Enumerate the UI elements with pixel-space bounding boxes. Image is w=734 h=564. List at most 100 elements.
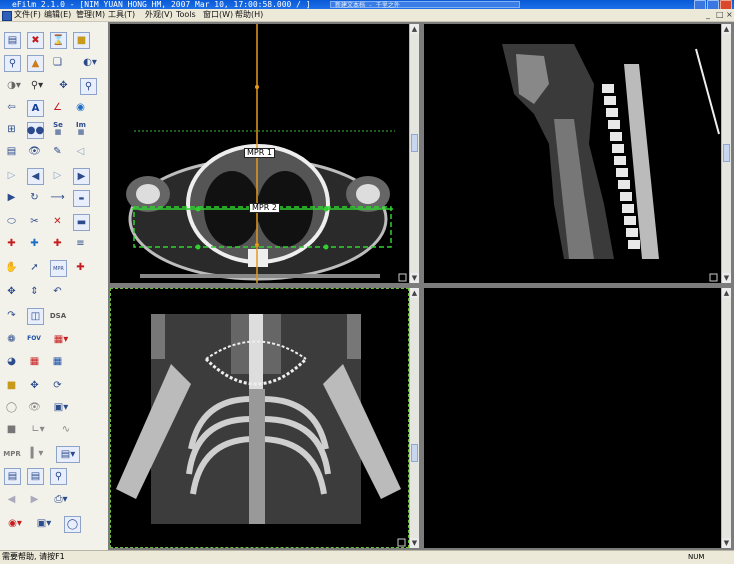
scale-icon[interactable]: ▬: [73, 190, 90, 207]
ellipse-roi-icon[interactable]: ⬭: [4, 214, 19, 229]
zoom-icon[interactable]: ⚲▾: [27, 78, 47, 93]
reference-lines-icon[interactable]: ≡: [73, 236, 88, 251]
scroll-down-icon[interactable]: ▼: [410, 538, 419, 548]
link-series-icon[interactable]: ●●: [27, 122, 44, 139]
mdi-restore-icon[interactable]: □: [716, 9, 724, 21]
maximize-button[interactable]: [707, 0, 719, 9]
pan-icon[interactable]: ✥: [56, 78, 71, 93]
layout-dropdown-icon[interactable]: ◐▾: [80, 55, 100, 70]
menu-edit[interactable]: 编辑(E): [44, 9, 71, 21]
first-image-icon[interactable]: ▷: [4, 168, 19, 183]
cine-icon[interactable]: ▶: [4, 190, 19, 205]
scroll-up-icon[interactable]: ▲: [722, 24, 731, 34]
series-layout-icon[interactable]: Se ▦: [50, 120, 66, 137]
magnify-icon[interactable]: ⚲: [80, 78, 97, 95]
empty-view-scrollbar[interactable]: ▲ ▼: [721, 288, 731, 548]
back-icon[interactable]: ◀: [4, 492, 19, 507]
mpr1-label[interactable]: MPR 1: [244, 148, 275, 158]
window-level-icon[interactable]: ◑▾: [4, 78, 24, 93]
minimize-button[interactable]: [694, 0, 706, 9]
menu-view[interactable]: 外观(V): [145, 9, 173, 21]
hide-icon[interactable]: ◯: [4, 400, 19, 415]
rotate-icon[interactable]: ⟳: [50, 378, 65, 393]
move-vertical-icon[interactable]: ⇕: [27, 284, 42, 299]
axial-view[interactable]: MPR 1 MPR 2: [110, 24, 409, 283]
mpr2-label[interactable]: MPR 2: [249, 203, 280, 213]
probe-icon[interactable]: ✚: [73, 260, 88, 275]
sagittal-scrollbar[interactable]: ▲ ▼: [721, 24, 731, 283]
delete-annotation-icon[interactable]: ✕: [50, 214, 65, 229]
prev-image-icon[interactable]: ◀: [27, 168, 44, 185]
sagittal-view[interactable]: [424, 24, 721, 283]
invert-icon[interactable]: ◕: [4, 354, 19, 369]
close-button[interactable]: [720, 0, 732, 9]
open-study-icon[interactable]: ▤: [4, 32, 21, 49]
coronal-view[interactable]: [110, 288, 409, 548]
mdi-close-icon[interactable]: ×: [726, 9, 733, 21]
pointer-icon[interactable]: ➚: [27, 260, 42, 275]
scroll-up-icon[interactable]: ▲: [410, 288, 419, 298]
fusion-icon[interactable]: ▦: [27, 354, 42, 369]
empty-view[interactable]: [424, 288, 721, 548]
add-overlay-icon[interactable]: ▦: [50, 354, 65, 369]
crosshair-2-icon[interactable]: ✚: [27, 236, 42, 251]
undo-arrow-icon[interactable]: ↶: [50, 284, 65, 299]
preview-icon[interactable]: ⚲: [50, 468, 67, 485]
folder-icon[interactable]: ■: [73, 32, 90, 49]
show-icon[interactable]: 👁: [27, 400, 42, 415]
save-series-icon[interactable]: ▤: [27, 468, 44, 485]
measure-angle-icon[interactable]: ∠: [50, 100, 65, 115]
last-image-icon[interactable]: ▶: [73, 168, 90, 185]
line-measure-icon[interactable]: ⟶: [50, 190, 65, 205]
menu-help[interactable]: 帮助(H): [235, 9, 263, 21]
sync-icon[interactable]: ↻: [27, 190, 42, 205]
image-layout-icon[interactable]: Im ▦: [73, 120, 89, 137]
menu-file[interactable]: 文件(F): [14, 9, 41, 21]
arrow-left-icon[interactable]: ⇦: [4, 100, 19, 115]
dicom-send-icon[interactable]: ▣▾: [33, 516, 55, 531]
axis-icon[interactable]: ∟▾: [27, 422, 49, 437]
mpr-button[interactable]: MPR: [2, 446, 22, 461]
eye-icon[interactable]: 👁: [27, 144, 42, 159]
triangle-left-icon[interactable]: ◁: [73, 144, 88, 159]
open-folder-icon[interactable]: ■: [4, 378, 19, 393]
search-study-icon[interactable]: ⚲: [4, 55, 21, 72]
menu-manage[interactable]: 管理(M): [76, 9, 105, 21]
histogram-icon[interactable]: ▍▾: [27, 446, 47, 461]
scroll-up-icon[interactable]: ▲: [410, 24, 419, 34]
hourglass-icon[interactable]: ⌛: [50, 32, 67, 49]
cube-icon[interactable]: ■: [4, 422, 19, 437]
cd-icon[interactable]: ◯: [64, 516, 81, 533]
color-lut-icon[interactable]: ▦▾: [50, 332, 72, 347]
curve-icon[interactable]: ∿: [56, 422, 76, 437]
forward-icon[interactable]: ▶: [27, 492, 42, 507]
axial-scrollbar[interactable]: ▲ ▼: [409, 24, 419, 283]
mpr-mode-icon[interactable]: MPR: [50, 260, 67, 277]
scroll-thumb[interactable]: [411, 134, 418, 152]
cut-icon[interactable]: ✂: [27, 214, 42, 229]
pencil-icon[interactable]: ✎: [50, 144, 65, 159]
grid-layout-icon[interactable]: ⊞: [4, 122, 19, 137]
roi-icon[interactable]: ◉: [73, 100, 88, 115]
mirror-icon[interactable]: ◫: [27, 308, 44, 325]
scroll-down-icon[interactable]: ▼: [722, 273, 731, 283]
coronal-scrollbar[interactable]: ▲ ▼: [409, 288, 419, 548]
slab-icon[interactable]: ▤▾: [56, 446, 80, 463]
fov-button[interactable]: FOV: [25, 330, 43, 347]
next-image-icon[interactable]: ▷: [50, 168, 65, 183]
dsa-button[interactable]: DSA: [47, 308, 69, 323]
scroll-thumb[interactable]: [723, 144, 730, 162]
redo-arrow-icon[interactable]: ↷: [4, 308, 19, 323]
move-cross-icon[interactable]: ✥: [27, 378, 42, 393]
scroll-down-icon[interactable]: ▼: [722, 538, 731, 548]
crosshair-icon[interactable]: ✚: [4, 236, 19, 251]
crosshair-3-icon[interactable]: ✚: [50, 236, 65, 251]
report-icon[interactable]: ▤: [4, 144, 19, 159]
scroll-thumb[interactable]: [411, 444, 418, 462]
close-study-icon[interactable]: ✖: [27, 32, 44, 49]
menu-tools[interactable]: 工具(T): [108, 9, 135, 21]
export-icon[interactable]: ▲: [27, 55, 44, 72]
ruler-icon[interactable]: ▬: [73, 214, 90, 231]
burn-cd-icon[interactable]: ◉▾: [4, 516, 26, 531]
save-image-icon[interactable]: ▤: [4, 468, 21, 485]
